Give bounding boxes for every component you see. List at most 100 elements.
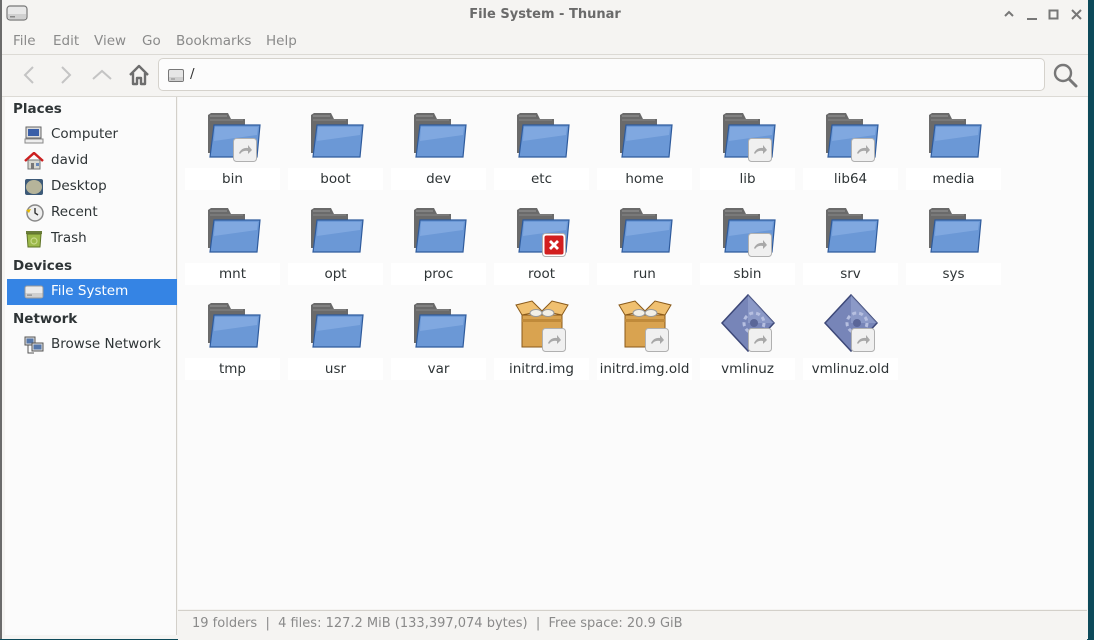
symlink-emblem-icon (748, 138, 772, 162)
folder-icon (929, 113, 982, 158)
menu-bookmarks[interactable]: Bookmarks (176, 33, 251, 49)
menu-go[interactable]: Go (142, 33, 161, 49)
chevron-left-icon (23, 66, 34, 84)
file-name: srv (803, 263, 898, 285)
file-item[interactable]: vmlinuz (700, 290, 795, 382)
file-item[interactable]: initrd.img (494, 290, 589, 382)
file-name: initrd.img.old (597, 358, 692, 380)
file-name: sys (906, 263, 1001, 285)
toolbar: / (2, 55, 1088, 97)
search-icon (1053, 63, 1078, 88)
file-item[interactable]: vmlinuz.old (803, 290, 898, 382)
status-bar: 19 folders | 4 files: 127.2 MiB (133,397… (178, 610, 1087, 640)
maximize-button[interactable] (1046, 6, 1062, 22)
file-item[interactable]: media (906, 100, 1001, 192)
folder-icon (311, 113, 364, 158)
file-item[interactable]: home (597, 100, 692, 192)
file-item[interactable]: root (494, 195, 589, 287)
minimize-icon (1027, 18, 1037, 20)
file-name: media (906, 168, 1001, 190)
file-item[interactable]: run (597, 195, 692, 287)
folder-icon (620, 113, 673, 158)
file-item[interactable]: initrd.img.old (597, 290, 692, 382)
file-name: boot (288, 168, 383, 190)
search-button[interactable] (1052, 62, 1078, 88)
file-name: home (597, 168, 692, 190)
symlink-emblem-icon (542, 328, 566, 352)
file-name: var (391, 358, 486, 380)
folder-icon (414, 113, 467, 158)
file-item[interactable]: opt (288, 195, 383, 287)
close-button[interactable] (1069, 6, 1085, 22)
file-name: tmp (185, 358, 280, 380)
file-item[interactable]: var (391, 290, 486, 382)
menu-edit[interactable]: Edit (53, 33, 79, 49)
sidebar-item-trash[interactable]: Trash (7, 226, 177, 252)
file-item[interactable]: lib (700, 100, 795, 192)
file-item[interactable]: sys (906, 195, 1001, 287)
maximize-icon (1048, 9, 1059, 20)
file-item[interactable]: mnt (185, 195, 280, 287)
file-name: lib64 (803, 168, 898, 190)
sidebar-item-david[interactable]: david (7, 148, 177, 174)
symlink-emblem-icon (851, 328, 875, 352)
home-button[interactable] (127, 63, 151, 87)
sidebar-item-browse-network[interactable]: Browse Network (7, 332, 177, 358)
title-bar[interactable]: File System - Thunar (2, 0, 1088, 28)
menu-bar: File Edit View Go Bookmarks Help (2, 28, 1088, 55)
file-name: root (494, 263, 589, 285)
shade-button[interactable] (1001, 6, 1017, 22)
file-item[interactable]: lib64 (803, 100, 898, 192)
window-title: File System - Thunar (469, 7, 621, 22)
drive-icon (168, 69, 184, 82)
up-button[interactable] (90, 63, 114, 87)
symlink-emblem-icon (851, 138, 875, 162)
file-name: sbin (700, 263, 795, 285)
folder-icon (620, 208, 673, 253)
home-icon (129, 64, 149, 86)
minimize-button[interactable] (1024, 6, 1040, 22)
file-name: opt (288, 263, 383, 285)
file-name: mnt (185, 263, 280, 285)
file-item[interactable]: bin (185, 100, 280, 192)
drive-icon (24, 285, 44, 299)
chevron-up-icon (1004, 10, 1014, 17)
menu-help[interactable]: Help (266, 33, 297, 49)
desktop-icon (25, 179, 43, 195)
file-item[interactable]: srv (803, 195, 898, 287)
file-item[interactable]: usr (288, 290, 383, 382)
symlink-emblem-icon (645, 328, 669, 352)
file-name: usr (288, 358, 383, 380)
back-button[interactable] (18, 63, 42, 87)
file-name: run (597, 263, 692, 285)
file-item[interactable]: sbin (700, 195, 795, 287)
home-folder-icon (24, 152, 44, 170)
folder-icon (929, 208, 982, 253)
sidebar-item-recent[interactable]: Recent (7, 200, 177, 226)
menu-view[interactable]: View (94, 33, 126, 49)
sidebar: Places Computer david Desktop Recent Tra… (5, 97, 177, 635)
folder-icon (517, 113, 570, 158)
location-bar[interactable]: / (158, 58, 1045, 91)
file-name: etc (494, 168, 589, 190)
file-item[interactable]: boot (288, 100, 383, 192)
folder-icon (826, 208, 879, 253)
menu-file[interactable]: File (13, 33, 36, 49)
folder-icon (208, 208, 261, 253)
file-item[interactable]: proc (391, 195, 486, 287)
trash-icon (26, 231, 42, 248)
file-item[interactable]: dev (391, 100, 486, 192)
folder-icon (414, 208, 467, 253)
file-item[interactable]: etc (494, 100, 589, 192)
sidebar-item-desktop[interactable]: Desktop (7, 174, 177, 200)
folder-icon (208, 303, 261, 348)
sidebar-item-computer[interactable]: Computer (7, 122, 177, 148)
sidebar-item-file-system[interactable]: File System (7, 279, 177, 305)
section-network: Network (13, 311, 78, 327)
file-item[interactable]: tmp (185, 290, 280, 382)
forward-button[interactable] (53, 63, 77, 87)
file-view[interactable]: bin boot dev etc home lib lib64 media mnt opt proc… (178, 97, 1087, 609)
folder-icon (311, 208, 364, 253)
file-name: vmlinuz.old (803, 358, 898, 380)
recent-clock-icon (26, 204, 44, 222)
